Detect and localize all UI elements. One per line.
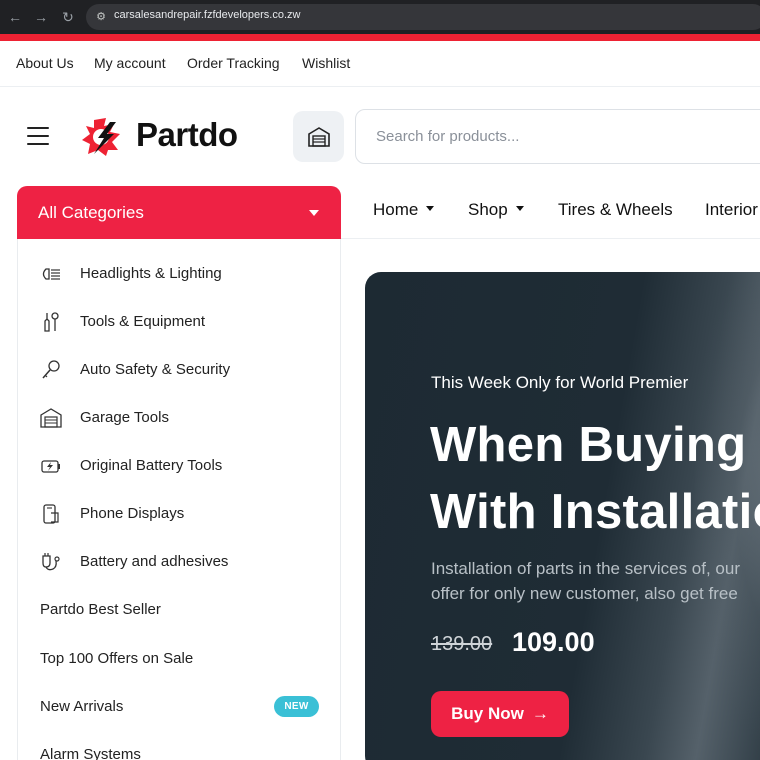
category-label: Original Battery Tools: [80, 457, 223, 474]
arrow-right-icon: →: [531, 704, 549, 723]
top-accent-strip: [0, 34, 760, 41]
my-account-link[interactable]: My account: [94, 55, 166, 71]
nav-shop-label: Shop: [468, 200, 508, 219]
buy-now-label: Buy Now: [451, 704, 524, 723]
reload-icon[interactable]: ↻: [59, 8, 77, 26]
hero-description-line-1: Installation of parts in the services of…: [431, 559, 740, 578]
chevron-down-icon: [515, 206, 524, 212]
url-text: carsalesandrepair.fzfdevelopers.co.zw: [114, 9, 301, 21]
plug-icon: [42, 553, 60, 571]
top-links-bar: About Us My account Order Tracking Wishl…: [0, 41, 760, 87]
battery-icon: [41, 460, 60, 473]
garage-button[interactable]: [293, 111, 344, 162]
all-categories-button[interactable]: All Categories: [17, 186, 341, 239]
category-label: Top 100 Offers on Sale: [40, 650, 194, 667]
logo-text[interactable]: Partdo: [136, 116, 238, 154]
garage-icon: [40, 408, 62, 428]
browser-toolbar: ← → ↻ ⚙ carsalesandrepair.fzfdevelopers.…: [0, 0, 760, 34]
category-item-new-arrivals[interactable]: New Arrivals NEW: [18, 683, 340, 731]
category-label: Auto Safety & Security: [80, 361, 231, 378]
wishlist-link[interactable]: Wishlist: [302, 55, 350, 71]
category-label: Battery and adhesives: [80, 553, 229, 570]
hero-description: Installation of parts in the services of…: [431, 556, 740, 606]
category-label: New Arrivals: [40, 698, 124, 715]
nav-interior[interactable]: Interior: [705, 200, 758, 220]
category-label: Tools & Equipment: [80, 313, 206, 330]
nav-shop[interactable]: Shop: [468, 200, 524, 220]
category-list: Headlights & Lighting Tools & Equipment …: [17, 239, 341, 760]
site-settings-icon[interactable]: ⚙: [94, 10, 108, 24]
category-label: Garage Tools: [80, 409, 169, 426]
category-label: Headlights & Lighting: [80, 265, 222, 282]
category-item-tools[interactable]: Tools & Equipment: [18, 298, 340, 346]
hamburger-menu-icon[interactable]: [27, 127, 49, 145]
about-us-link[interactable]: About Us: [16, 55, 74, 71]
nav-divider: [341, 238, 760, 239]
address-bar[interactable]: ⚙ carsalesandrepair.fzfdevelopers.co.zw: [86, 4, 760, 30]
category-label: Partdo Best Seller: [40, 601, 161, 618]
category-label: Phone Displays: [80, 505, 185, 522]
logo-icon[interactable]: [80, 116, 124, 158]
buy-now-button[interactable]: Buy Now →: [431, 691, 569, 737]
phone-icon: [43, 504, 59, 524]
new-price: 109.00: [512, 627, 595, 657]
chevron-down-icon: [426, 206, 435, 212]
category-item-top-offers[interactable]: Top 100 Offers on Sale: [18, 635, 340, 683]
back-icon[interactable]: ←: [6, 8, 24, 26]
hero-description-line-2: offer for only new customer, also get fr…: [431, 584, 738, 603]
category-item-garage-tools[interactable]: Garage Tools: [18, 394, 340, 442]
search-input[interactable]: [355, 109, 760, 164]
category-item-phone-displays[interactable]: Phone Displays: [18, 490, 340, 538]
garage-icon: [307, 126, 330, 147]
category-item-alarm-systems[interactable]: Alarm Systems: [18, 731, 340, 760]
headlight-icon: [42, 268, 60, 280]
category-item-headlights[interactable]: Headlights & Lighting: [18, 250, 340, 298]
nav-tires-wheels[interactable]: Tires & Wheels: [558, 200, 673, 220]
category-item-best-seller[interactable]: Partdo Best Seller: [18, 586, 340, 634]
key-icon: [42, 360, 60, 379]
old-price: 139.00: [431, 633, 493, 655]
hero-headline-line-2: With Installation: [430, 485, 760, 539]
new-badge: NEW: [274, 696, 319, 717]
category-item-battery-tools[interactable]: Original Battery Tools: [18, 442, 340, 490]
order-tracking-link[interactable]: Order Tracking: [187, 55, 280, 71]
nav-home[interactable]: Home: [373, 200, 435, 220]
chevron-down-icon: [309, 210, 319, 216]
hero-headline-line-1: When Buying Parts: [430, 418, 760, 472]
forward-icon[interactable]: →: [32, 8, 50, 26]
hero-banner: This Week Only for World Premier When Bu…: [365, 272, 760, 760]
tools-icon: [44, 312, 59, 332]
category-item-auto-safety[interactable]: Auto Safety & Security: [18, 346, 340, 394]
all-categories-label: All Categories: [38, 203, 144, 222]
category-item-battery-adhesives[interactable]: Battery and adhesives: [18, 538, 340, 586]
category-label: Alarm Systems: [40, 746, 141, 760]
nav-home-label: Home: [373, 200, 419, 219]
hero-headline: When Buying Parts With Installation: [430, 412, 760, 546]
hero-kicker: This Week Only for World Premier: [431, 373, 689, 392]
